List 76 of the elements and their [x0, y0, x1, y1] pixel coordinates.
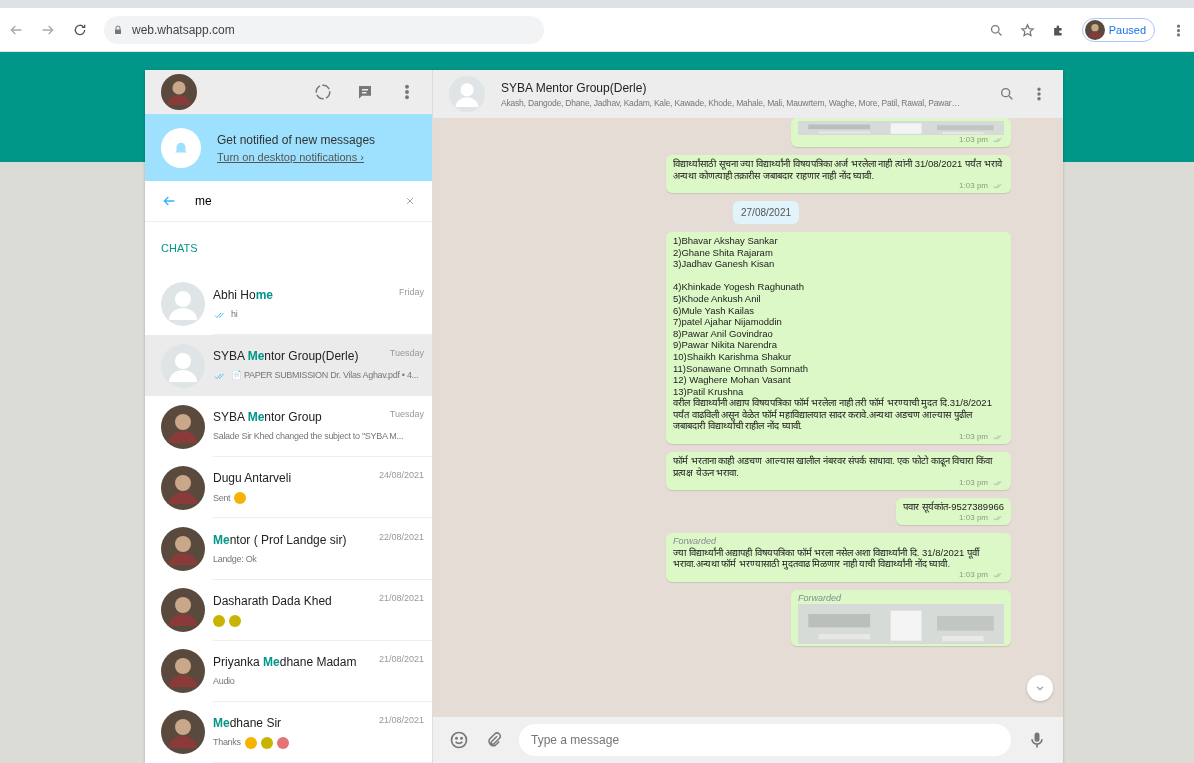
avatar: [161, 649, 205, 694]
message-time: 1:03 pm: [959, 181, 988, 192]
chat-name: Mentor ( Prof Landge sir): [213, 531, 347, 549]
message-text: ज्या विद्यार्थ्यांनी अद्यापही विषयपत्रिका फॉर्म भरला नसेल अशा विद्यार्थ्यांनी दि. 31/8/2021 पूर्वी भरावा.अन्यथा फॉर्म भरण्यासाठी मुदतवाढ मिळणार नाही याची विद्यार्थ्यांनी नोंद घ्यावी.: [673, 546, 981, 570]
message-time: 1:03 pm: [959, 478, 988, 488]
star-icon[interactable]: [1019, 22, 1035, 38]
chat-time: 21/08/2021: [378, 652, 424, 666]
chat-time: 22/08/2021: [378, 530, 424, 544]
message-time: 1:03 pm: [959, 569, 988, 580]
chat-preview: hi: [231, 308, 238, 322]
read-tick-icon: [992, 181, 1004, 192]
chat-item[interactable]: Priyanka Medhane Madam 21/08/2021 Audio: [145, 640, 432, 702]
avatar: [161, 74, 197, 111]
chat-item[interactable]: SYBA Mentor Group(Derle) Tuesday 📄 PAPER SUBMISSION Dr. Vilas Aghav.pdf • 4...: [145, 335, 432, 397]
chat-preview: Landge: Ok: [213, 552, 257, 566]
chat-item[interactable]: Medhane Sir 21/08/2021 Thanks: [145, 701, 432, 763]
chat-item[interactable]: SYBA Mentor Group Tuesday Salade Sir Khed changed the subject to "SYBA M...: [145, 396, 432, 458]
chat-name: Dugu Antarveli: [213, 470, 292, 488]
chat-name: Abhi Home: [213, 286, 274, 304]
avatar: [161, 710, 205, 755]
chat-preview: Sent: [213, 491, 231, 505]
chat-time: Tuesday: [389, 408, 424, 422]
bell-icon: [161, 127, 201, 168]
date-chip: 27/08/2021: [733, 201, 800, 225]
chat-name: Priyanka Medhane Madam: [213, 653, 357, 671]
chat-preview: Salade Sir Khed changed the subject to "SYBA M...: [213, 430, 404, 444]
profile-button[interactable]: Paused: [1081, 18, 1155, 42]
avatar: [161, 404, 205, 449]
address-bar[interactable]: web.whatsapp.com: [104, 16, 544, 44]
read-tick-icon: [992, 135, 1004, 145]
chat-name: Medhane Sir: [213, 714, 282, 732]
message-time: 1:03 pm: [959, 432, 988, 442]
section-label: CHATS: [161, 240, 198, 256]
chat-name: SYBA Mentor Group: [213, 409, 322, 427]
message-text: 1)Bhavar Akshay Sankar 2)Ghane Shita Rajaram 3)Jadhav Ganesh Kisan 4)Khinkade Yogesh Raghunath 5)Khode Ankush Anil 6)Mule Yash Kailas 7)patel Ajahar Nijamoddin 8)Pawar Anil Govindrao 9)Pawar Nikita Narendra 10)Shaikh Karishma Shakur 11)Sonawane Omnath Somnath 12) Waghere Mohan Vasant 13)Patil Krushna वरील विद्यार्थ्यांनी अद्याप विषयपत्रिका फॉर्म भरलेला नाही तरी फॉर्म भरण्याची मुदत दि.31/8/2021 पर्यंत वाढविली असून वेळेत फॉर्म महाविद्यालयात सादर करावे.अन्यथा अडचण आल्यास पुढील जबाबदारी विद्यार्थ्यांची राहील नोंद घ्यावी.: [673, 235, 993, 432]
chat-name: SYBA Mentor Group(Derle): [213, 348, 359, 366]
avatar: [161, 588, 205, 633]
notification-title: Get notified of new messages: [217, 131, 376, 149]
chat-item[interactable]: Dasharath Dada Khed 21/08/2021: [145, 579, 432, 641]
avatar: [161, 282, 205, 327]
conversation-title: SYBA Mentor Group(Derle): [501, 79, 648, 97]
avatar: [161, 527, 205, 571]
chat-item[interactable]: Dugu Antarveli 24/08/2021 Sent: [145, 457, 432, 519]
search-icon[interactable]: [999, 86, 1015, 102]
message-text: फॉर्म भरताना काही अडचण आल्यास खालील नंबरवर संपर्क साधावा. एक फोटो काढून विचारा किंवा प्रत्यक्ष येऊन भरावा.: [673, 455, 994, 479]
lock-icon: [112, 24, 124, 36]
read-tick-icon: [992, 478, 1004, 489]
message-time: 1:03 pm: [959, 135, 988, 145]
read-tick-icon: [992, 432, 1004, 442]
zoom-icon[interactable]: [988, 22, 1004, 38]
forwarded-label: Forwarded: [673, 535, 718, 547]
chat-item[interactable]: Mentor ( Prof Landge sir) 22/08/2021 Landge: Ok: [145, 518, 432, 580]
notification-link[interactable]: Turn on desktop notifications ›: [217, 148, 376, 166]
forwarded-label: Forwarded: [798, 592, 843, 604]
avatar: [161, 343, 205, 388]
reload-icon[interactable]: [72, 22, 88, 38]
chat-time: 21/08/2021: [378, 713, 424, 727]
member-list: Akash, Dangode, Dhane, Jadhav, Kadam, Kale, Kawade, Khode, Mahale, Mali, Mauwrtem, Waghe, More, Patil, Rawal, Pawar…: [501, 96, 983, 110]
chat-preview: 📄 PAPER SUBMISSION Dr. Vilas Aghav.pdf • 4...: [231, 369, 419, 383]
avatar: [161, 465, 205, 510]
chat-name: Dasharath Dada Khed: [213, 592, 332, 610]
chat-preview: Audio: [213, 675, 235, 689]
message-text: पवार सूर्यकांत-9527389966: [903, 501, 1004, 513]
chat-time: Friday: [399, 285, 424, 299]
chat-time: 21/08/2021: [378, 591, 424, 605]
message-input[interactable]: Type a message: [519, 724, 1011, 756]
attach-icon[interactable]: [485, 731, 503, 749]
avatar: [449, 76, 485, 112]
chat-preview: Thanks: [213, 736, 241, 750]
avatar-icon: [1084, 20, 1105, 40]
chat-time: 24/08/2021: [378, 469, 424, 483]
message-text: विद्यार्थ्यांसाठी सूचना ज्या विद्यार्थ्यांनी विषयपत्रिका अर्ज भरलेला नाही त्यांनी 31/08/2021 पर्यंत भरावे अन्यथा कोणत्याही तक्रारीस जबाबदार राहणार नाही नोंद घ्यावी.: [673, 158, 1004, 182]
chat-time: Tuesday: [389, 347, 424, 361]
status-icon[interactable]: [314, 83, 332, 102]
emoji-icon[interactable]: [449, 730, 469, 750]
message-time: 1:03 pm: [959, 512, 988, 523]
